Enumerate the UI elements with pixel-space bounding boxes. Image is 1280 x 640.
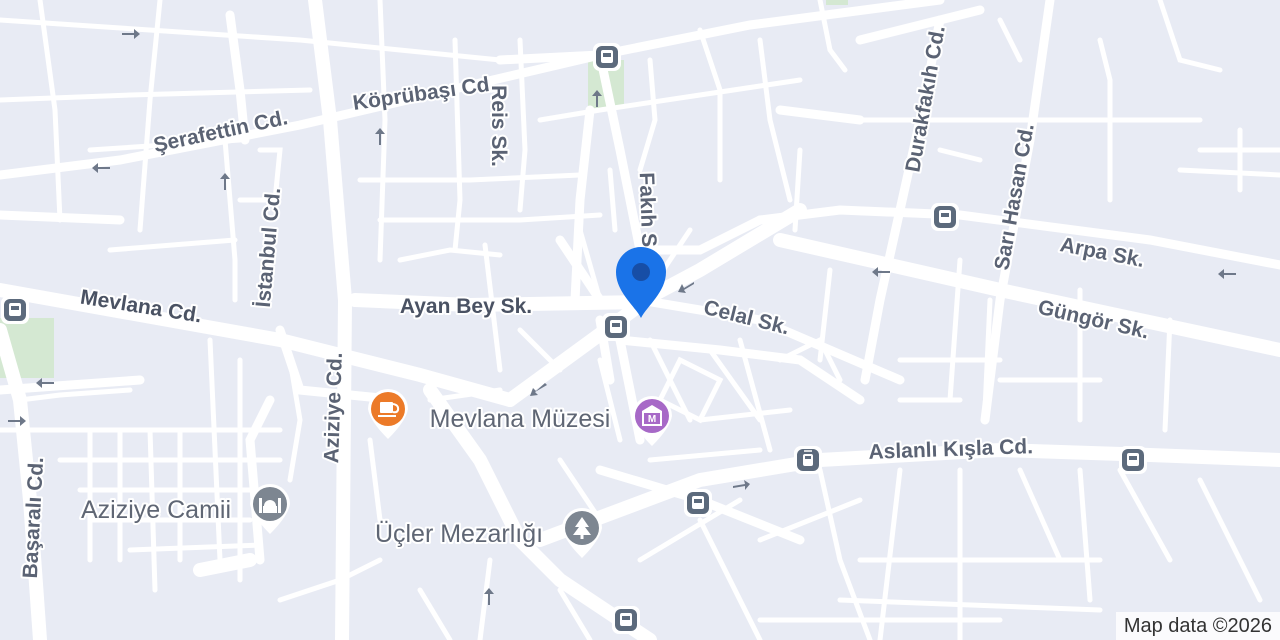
street-label: Aziziye Cd. bbox=[320, 352, 347, 464]
svg-text:M: M bbox=[648, 414, 656, 425]
poi-label[interactable]: Mevlana Müzesi bbox=[428, 403, 613, 435]
map-canvas[interactable]: Köprübaşı Cd. Şerafettin Cd. Reis Sk. İs… bbox=[0, 0, 1280, 640]
bus-stop-icon[interactable] bbox=[593, 43, 621, 71]
street-label: Aslanlı Kışla Cd. bbox=[868, 435, 1033, 464]
bus-stop-icon[interactable] bbox=[931, 203, 959, 231]
poi-label[interactable]: Üçler Mezarlığı bbox=[373, 518, 545, 550]
street-label: Reis Sk. bbox=[487, 85, 510, 167]
tram-stop-icon[interactable] bbox=[794, 446, 822, 474]
cemetery-icon[interactable] bbox=[562, 508, 602, 558]
map-attribution: Map data ©2026 bbox=[1115, 612, 1280, 640]
bus-stop-icon[interactable] bbox=[1, 296, 29, 324]
map-roads-layer: Köprübaşı Cd. Şerafettin Cd. Reis Sk. İs… bbox=[0, 0, 1280, 640]
street-label: Ayan Bey Sk. bbox=[400, 295, 532, 318]
bus-stop-icon[interactable] bbox=[1119, 446, 1147, 474]
cafe-icon[interactable] bbox=[368, 389, 408, 439]
park-area bbox=[826, 0, 848, 5]
street-label: İstanbul Cd. bbox=[252, 187, 285, 309]
street-label: Köprübaşı Cd. bbox=[351, 72, 496, 115]
street-label: Sarı Hasan Cd. bbox=[990, 122, 1038, 272]
bus-stop-icon[interactable] bbox=[612, 606, 640, 634]
street-label: Fakıh S bbox=[635, 172, 661, 247]
street-label: Celal Sk. bbox=[701, 296, 792, 340]
bus-stop-icon[interactable] bbox=[602, 313, 630, 341]
poi-label[interactable]: Aziziye Camii bbox=[79, 494, 233, 526]
bus-stop-icon[interactable] bbox=[684, 489, 712, 517]
